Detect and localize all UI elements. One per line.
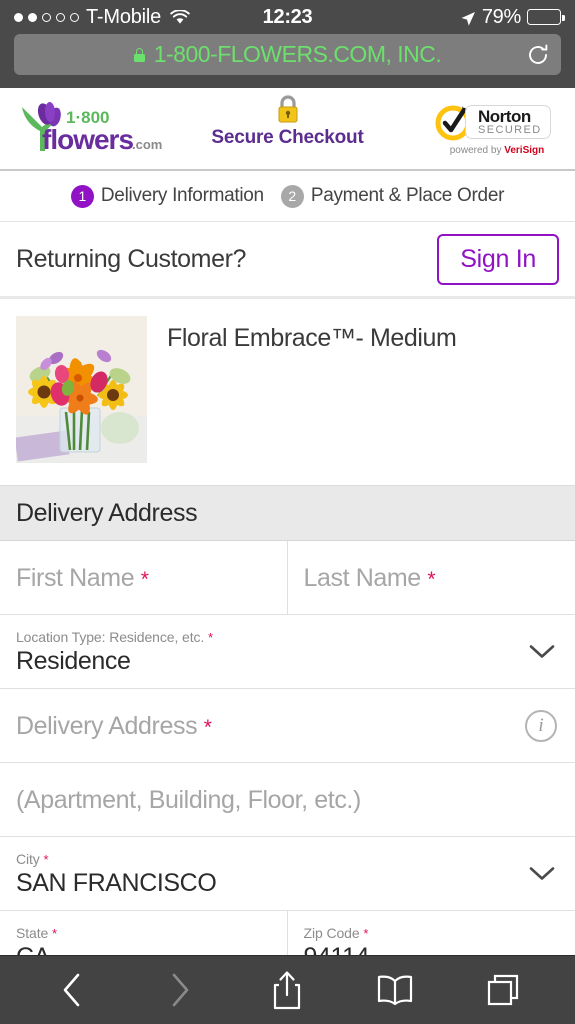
tabs-icon[interactable] xyxy=(476,966,530,1014)
url-text: 1-800-FLOWERS.COM, INC. xyxy=(153,41,442,67)
reload-icon[interactable] xyxy=(527,43,549,66)
zip-code-label: Zip Code * xyxy=(303,925,369,941)
battery-percent-label: 79% xyxy=(481,5,521,28)
returning-customer-row: Returning Customer? Sign In xyxy=(0,222,575,299)
ios-status-bar: T-Mobile 12:23 79% xyxy=(0,0,575,34)
checkout-step-indicator: 1 Delivery Information 2 Payment & Place… xyxy=(0,171,575,222)
norton-powered-by: powered by VeriSign xyxy=(433,145,561,156)
city-value: SAN FRANCISCO xyxy=(16,869,217,897)
norton-text-pill: Norton SECURED xyxy=(465,104,551,139)
state-required-mark: * xyxy=(52,926,57,941)
share-icon[interactable] xyxy=(260,966,314,1014)
step-delivery-information[interactable]: 1 Delivery Information xyxy=(70,184,264,208)
city-required-mark: * xyxy=(43,852,49,867)
first-name-field[interactable]: First Name * xyxy=(0,541,288,614)
verisign-label: VeriSign xyxy=(504,144,545,156)
status-bar-right: 79% xyxy=(460,5,565,29)
location-type-row: Location Type: Residence, etc. * Residen… xyxy=(0,615,575,689)
safari-url-bar-container: 1-800-FLOWERS.COM, INC. xyxy=(0,34,575,88)
city-label: City * xyxy=(16,851,49,867)
mobile-browser-screen: T-Mobile 12:23 79% 1-800-FLOWERS.COM, IN… xyxy=(0,0,575,1024)
product-summary: Floral Embrace™- Medium xyxy=(0,299,575,485)
name-row: First Name * Last Name * xyxy=(0,541,575,615)
step-1-label: Delivery Information xyxy=(100,185,264,206)
delivery-address-field[interactable]: Delivery Address * i xyxy=(0,689,575,762)
last-name-required-mark: * xyxy=(427,568,436,591)
chevron-down-icon[interactable] xyxy=(529,866,555,881)
norton-name-label: Norton xyxy=(478,106,531,126)
norton-secured-badge[interactable]: Norton SECURED powered by VeriSign xyxy=(433,102,561,156)
norton-secured-label: SECURED xyxy=(478,123,542,136)
first-name-required-mark: * xyxy=(140,568,149,591)
last-name-field[interactable]: Last Name * xyxy=(288,541,575,614)
step-2-label: Payment & Place Order xyxy=(310,185,505,206)
city-field[interactable]: City * SAN FRANCISCO xyxy=(0,837,575,910)
state-label: State * xyxy=(16,925,57,941)
location-arrow-icon xyxy=(460,9,476,26)
apartment-field[interactable]: (Apartment, Building, Floor, etc.) xyxy=(0,763,575,836)
safari-bottom-toolbar xyxy=(0,955,575,1024)
step-2-number: 2 xyxy=(280,184,304,208)
apartment-placeholder: (Apartment, Building, Floor, etc.) xyxy=(16,786,361,814)
step-1-number: 1 xyxy=(70,184,94,208)
svg-text:.com: .com xyxy=(132,137,162,152)
delivery-address-form: First Name * Last Name * Location Type: … xyxy=(0,541,575,985)
forward-chevron-icon xyxy=(153,966,207,1014)
lock-icon xyxy=(133,47,145,62)
padlock-icon xyxy=(275,94,301,124)
delivery-address-title: Delivery Address xyxy=(16,498,198,527)
powered-by-prefix: powered by xyxy=(449,144,505,156)
back-chevron-icon[interactable] xyxy=(45,966,99,1014)
info-circle-icon[interactable]: i xyxy=(525,709,557,742)
product-name-label: Floral Embrace™- Medium xyxy=(167,324,457,352)
delivery-address-placeholder: Delivery Address * xyxy=(16,712,212,740)
chevron-down-icon[interactable] xyxy=(529,644,555,659)
address-line-2-row: (Apartment, Building, Floor, etc.) xyxy=(0,763,575,837)
zip-code-required-mark: * xyxy=(363,926,369,941)
1800flowers-logo[interactable]: 1·800 flowers .com xyxy=(14,101,164,157)
delivery-address-section-header: Delivery Address xyxy=(0,485,575,541)
location-type-label: Location Type: Residence, etc. * xyxy=(16,629,213,645)
svg-text:flowers: flowers xyxy=(42,124,133,155)
location-type-field[interactable]: Location Type: Residence, etc. * Residen… xyxy=(0,615,575,688)
battery-icon xyxy=(527,9,565,25)
norton-badge-top: Norton SECURED xyxy=(433,102,561,142)
bookmarks-book-icon[interactable] xyxy=(368,966,422,1014)
city-row: City * SAN FRANCISCO xyxy=(0,837,575,911)
location-type-required-mark: * xyxy=(208,630,213,645)
secure-checkout-label: Secure Checkout xyxy=(211,127,364,148)
site-header: 1·800 flowers .com Secure Checkout Norto… xyxy=(0,88,575,171)
returning-customer-prompt: Returning Customer? xyxy=(16,244,247,273)
first-name-placeholder: First Name * xyxy=(16,564,149,592)
last-name-placeholder: Last Name * xyxy=(303,564,436,592)
sign-in-button[interactable]: Sign In xyxy=(437,233,559,285)
floral-embrace-bouquet-image xyxy=(16,316,147,463)
url-bar[interactable]: 1-800-FLOWERS.COM, INC. xyxy=(14,34,561,75)
step-payment-place-order[interactable]: 2 Payment & Place Order xyxy=(280,184,505,208)
delivery-address-row: Delivery Address * i xyxy=(0,689,575,763)
location-type-value: Residence xyxy=(16,647,131,675)
delivery-address-required-mark: * xyxy=(203,716,212,739)
